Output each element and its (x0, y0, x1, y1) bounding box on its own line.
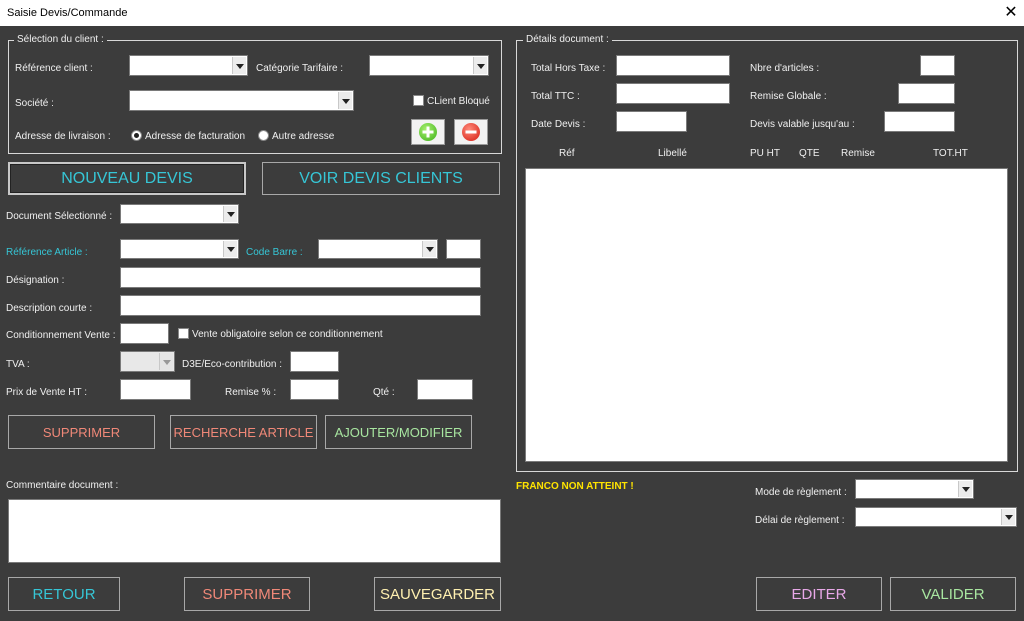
code-barre-extra-input[interactable] (446, 239, 481, 259)
column-header-pu-ht: PU HT (750, 148, 780, 159)
column-header-qte: QTE (799, 148, 820, 159)
radio-adresse-facturation[interactable] (131, 130, 142, 141)
document-selectionne-label: Document Sélectionné : (6, 211, 113, 222)
ref-client-label: Référence client : (15, 63, 93, 74)
remise-percent-input[interactable] (290, 379, 339, 400)
mode-reglement-combo[interactable] (855, 479, 974, 499)
chevron-down-icon[interactable] (422, 241, 436, 257)
franco-warning: FRANCO NON ATTEINT ! (516, 481, 634, 492)
reference-article-combo[interactable] (120, 239, 239, 259)
column-header-tot-ht: TOT.HT (933, 148, 968, 159)
code-barre-label: Code Barre : (246, 247, 303, 258)
window-titlebar: Saisie Devis/Commande ✕ (0, 0, 1024, 26)
categorie-tarifaire-label: Catégorie Tarifaire : (256, 63, 344, 74)
details-document-legend: Détails document : (523, 34, 612, 45)
voir-devis-clients-button[interactable]: VOIR DEVIS CLIENTS (262, 162, 500, 195)
description-courte-input[interactable] (120, 295, 481, 316)
document-lines-listbox[interactable] (525, 168, 1008, 462)
radio-autre-adresse[interactable] (258, 130, 269, 141)
chevron-down-icon[interactable] (958, 481, 972, 497)
ref-client-combo[interactable] (129, 55, 248, 76)
categorie-tarifaire-combo[interactable] (369, 55, 489, 76)
conditionnement-vente-input[interactable] (120, 323, 169, 344)
designation-label: Désignation : (6, 275, 65, 286)
nouveau-devis-button[interactable]: NOUVEAU DEVIS (8, 162, 246, 195)
chevron-down-icon[interactable] (223, 241, 237, 257)
valider-button[interactable]: VALIDER (890, 577, 1016, 611)
column-header-libelle: Libellé (658, 148, 687, 159)
societe-label: Société : (15, 98, 54, 109)
nbre-articles-label: Nbre d'articles : (750, 63, 820, 74)
prix-vente-ht-input[interactable] (120, 379, 191, 400)
add-client-button[interactable] (411, 119, 445, 145)
total-ht-label: Total Hors Taxe : (531, 63, 606, 74)
mode-reglement-label: Mode de règlement : (755, 487, 847, 498)
nbre-articles-input[interactable] (920, 55, 955, 76)
remove-client-button[interactable] (454, 119, 488, 145)
client-selection-legend: Sélection du client : (14, 34, 107, 45)
retour-button[interactable]: RETOUR (8, 577, 120, 611)
devis-valable-label: Devis valable jusqu'au : (750, 119, 855, 130)
commentaire-textarea[interactable] (8, 499, 501, 563)
qte-input[interactable] (417, 379, 473, 400)
chevron-down-icon[interactable] (223, 206, 237, 222)
client-bloque-label: CLient Bloqué (427, 96, 490, 107)
vente-obligatoire-checkbox[interactable] (178, 328, 189, 339)
remise-percent-label: Remise % : (225, 387, 277, 398)
editer-button[interactable]: EDITER (756, 577, 882, 611)
minus-icon (462, 123, 480, 141)
plus-icon (419, 123, 437, 141)
adresse-livraison-label: Adresse de livraison : (15, 131, 111, 142)
d3e-input[interactable] (290, 351, 339, 372)
document-selectionne-combo[interactable] (120, 204, 239, 224)
vente-obligatoire-label: Vente obligatoire selon ce conditionneme… (192, 329, 383, 340)
societe-combo[interactable] (129, 90, 354, 111)
delai-reglement-combo[interactable] (855, 507, 1017, 527)
column-header-ref: Réf (559, 148, 575, 159)
description-courte-label: Description courte : (6, 303, 93, 314)
remise-globale-label: Remise Globale : (750, 91, 827, 102)
prix-vente-ht-label: Prix de Vente HT : (6, 387, 87, 398)
chevron-down-icon[interactable] (232, 57, 246, 74)
sauvegarder-button[interactable]: SAUVEGARDER (374, 577, 501, 611)
total-ttc-label: Total TTC : (531, 91, 580, 102)
total-ht-input[interactable] (616, 55, 730, 76)
chevron-down-icon[interactable] (473, 57, 487, 74)
code-barre-combo[interactable] (318, 239, 438, 259)
radio-autre-adresse-label: Autre adresse (272, 131, 335, 142)
delai-reglement-label: Délai de règlement : (755, 515, 845, 526)
supprimer-document-button[interactable]: SUPPRIMER (184, 577, 310, 611)
tva-combo[interactable] (120, 351, 175, 372)
chevron-down-icon[interactable] (338, 92, 352, 109)
date-devis-input[interactable] (616, 111, 687, 132)
window-title: Saisie Devis/Commande (7, 7, 128, 19)
client-bloque-checkbox[interactable] (413, 95, 424, 106)
date-devis-label: Date Devis : (531, 119, 586, 130)
radio-adresse-facturation-label: Adresse de facturation (145, 131, 246, 142)
recherche-article-button[interactable]: RECHERCHE ARTICLE (170, 415, 317, 449)
commentaire-label: Commentaire document : (6, 480, 119, 491)
supprimer-article-button[interactable]: SUPPRIMER (8, 415, 155, 449)
d3e-label: D3E/Eco-contribution : (182, 359, 283, 370)
column-header-remise: Remise (841, 148, 875, 159)
qte-label: Qté : (373, 387, 395, 398)
ajouter-modifier-button[interactable]: AJOUTER/MODIFIER (325, 415, 472, 449)
remise-globale-input[interactable] (898, 83, 955, 104)
devis-valable-input[interactable] (884, 111, 955, 132)
total-ttc-input[interactable] (616, 83, 730, 104)
reference-article-label: Référence Article : (6, 247, 88, 258)
chevron-down-icon[interactable] (159, 353, 173, 370)
chevron-down-icon[interactable] (1001, 509, 1015, 525)
conditionnement-vente-label: Conditionnement Vente : (6, 330, 116, 341)
tva-label: TVA : (6, 359, 30, 370)
close-icon[interactable]: ✕ (1000, 3, 1022, 23)
designation-input[interactable] (120, 267, 481, 288)
